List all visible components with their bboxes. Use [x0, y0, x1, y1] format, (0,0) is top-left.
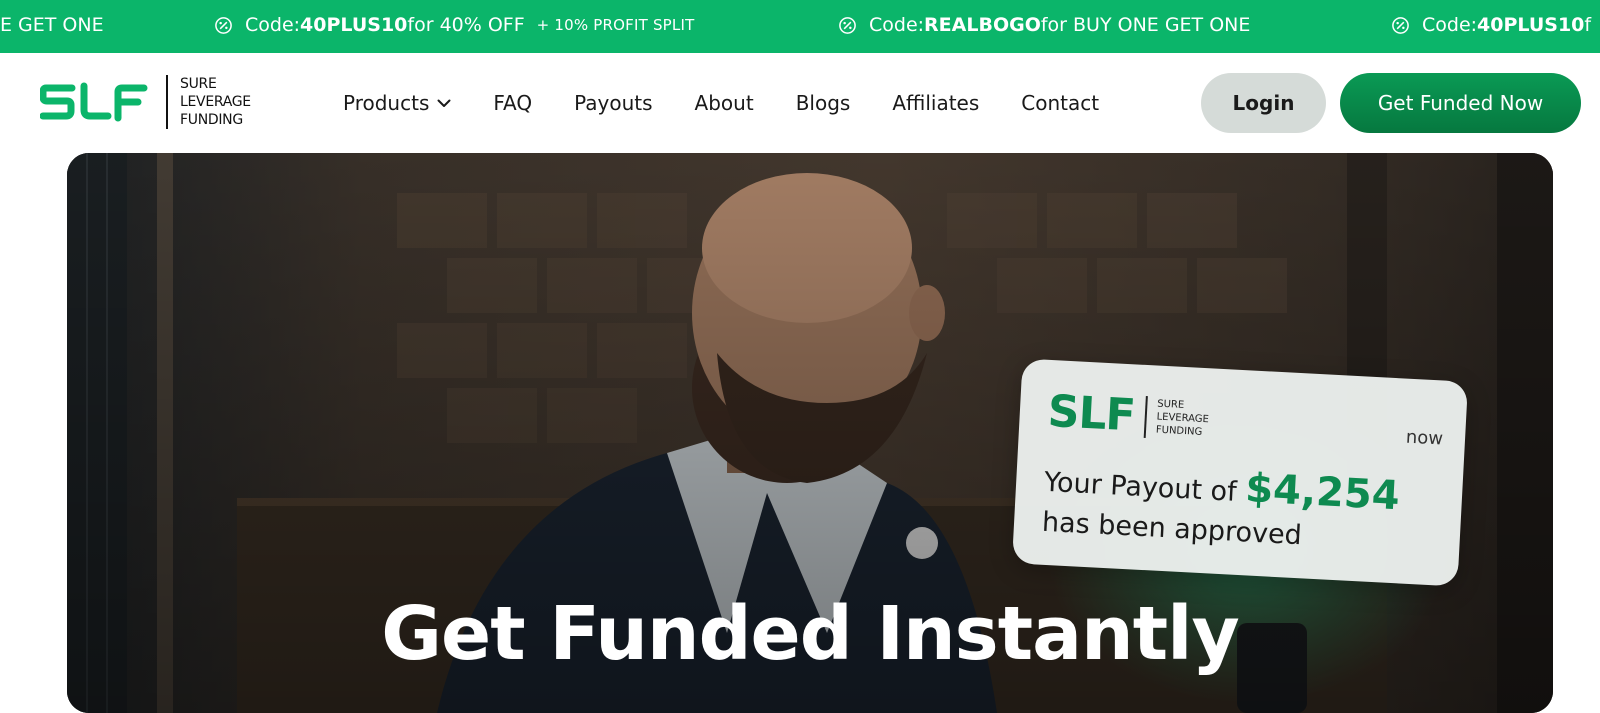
payout-notification-card: SLF SURE LEVERAGE FUNDING now Your Payou… — [1011, 358, 1469, 587]
get-funded-button[interactable]: Get Funded Now — [1340, 73, 1581, 133]
promo-code: REALBOGO — [924, 14, 1041, 36]
nav-payouts[interactable]: Payouts — [574, 91, 652, 115]
payout-amount: $4,254 — [1244, 465, 1401, 520]
promo-item[interactable]: Code: 40PLUS10 f — [1391, 14, 1591, 36]
nav-blogs[interactable]: Blogs — [796, 91, 851, 115]
promo-prefix: Code: — [1422, 14, 1478, 36]
nav-contact[interactable]: Contact — [1021, 91, 1099, 115]
site-header: SURE LEVERAGE FUNDING Products FAQ Payou… — [0, 53, 1600, 153]
notification-time: now — [1405, 426, 1444, 450]
login-button[interactable]: Login — [1201, 73, 1326, 133]
nav-products[interactable]: Products — [343, 91, 451, 115]
promo-code: 40PLUS10 — [1477, 14, 1585, 36]
promo-prefix: Code: — [869, 14, 925, 36]
main-nav: Products FAQ Payouts About Blogs Affilia… — [343, 91, 1141, 115]
promo-ticker: E GET ONE Code: 40PLUS10 for 40% OFF + 1… — [0, 0, 1600, 53]
notification-message: Your Payout of $4,254 has been approved — [1041, 465, 1401, 552]
ticker-fragment: E GET ONE — [0, 14, 104, 36]
promo-prefix: Code: — [245, 14, 301, 36]
chevron-down-icon — [437, 99, 451, 107]
logo-divider — [166, 75, 168, 129]
logo-wordmark: SURE LEVERAGE FUNDING — [180, 76, 251, 128]
hero-section: SLF SURE LEVERAGE FUNDING now Your Payou… — [67, 153, 1553, 713]
promo-item[interactable]: Code: 40PLUS10 for 40% OFF + 10% PROFIT … — [214, 14, 694, 36]
slf-logo-mark — [40, 82, 148, 122]
promo-suffix: f — [1584, 14, 1592, 36]
promo-item[interactable]: Code: REALBOGO for BUY ONE GET ONE — [838, 14, 1250, 36]
discount-badge-icon — [215, 16, 232, 34]
discount-badge-icon — [839, 16, 856, 34]
discount-badge-icon — [1392, 16, 1409, 34]
nav-faq[interactable]: FAQ — [493, 91, 532, 115]
promo-code: 40PLUS10 — [300, 14, 408, 36]
promo-suffix: for BUY ONE GET ONE — [1040, 14, 1251, 36]
site-logo[interactable]: SURE LEVERAGE FUNDING — [40, 75, 251, 129]
promo-extra: + 10% PROFIT SPLIT — [536, 16, 695, 34]
nav-affiliates[interactable]: Affiliates — [892, 91, 979, 115]
promo-suffix: for 40% OFF — [407, 14, 525, 36]
nav-about[interactable]: About — [695, 91, 754, 115]
hero-title: Get Funded Instantly — [381, 591, 1239, 677]
notification-logo: SLF SURE LEVERAGE FUNDING — [1046, 385, 1210, 442]
